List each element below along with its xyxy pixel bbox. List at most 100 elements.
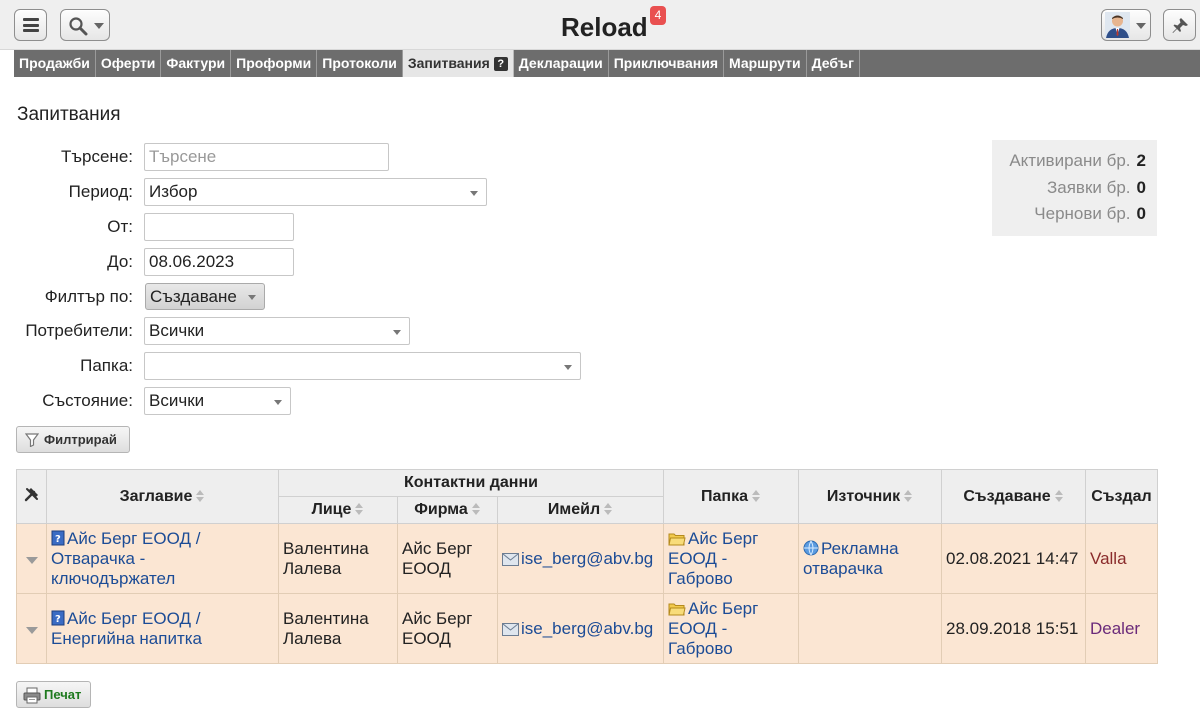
sort-icon	[355, 503, 364, 515]
from-date-input[interactable]	[144, 213, 294, 241]
email-link[interactable]: ise_berg@abv.bg	[521, 619, 653, 638]
state-select-value: Всички	[149, 391, 205, 410]
avatar	[1105, 12, 1130, 38]
folder-header-label: Папка	[701, 487, 748, 505]
stat-activated-value: 2	[1136, 151, 1146, 170]
period-select-value: Избор	[149, 182, 198, 201]
chevron-down-icon	[393, 330, 401, 335]
folder-select[interactable]	[144, 352, 581, 380]
tab-closings[interactable]: Приключвания	[609, 50, 725, 77]
document-icon: ?	[51, 610, 65, 625]
tab-proformas[interactable]: Проформи	[231, 50, 318, 77]
stat-requests: Заявки бр. 0	[1047, 178, 1146, 198]
state-select[interactable]: Всички	[144, 387, 291, 415]
help-icon[interactable]: ?	[493, 57, 508, 71]
user-menu-button[interactable]	[1101, 9, 1151, 41]
tab-inquiries[interactable]: Запитвания?	[402, 50, 514, 77]
row-expand-toggle[interactable]	[16, 593, 47, 664]
source-column-header[interactable]: Източник	[798, 469, 942, 524]
stat-activated: Активирани бр. 2	[1009, 151, 1146, 171]
sort-icon	[904, 489, 913, 502]
svg-text:?: ?	[55, 534, 61, 545]
created-column-header[interactable]: Създаване	[941, 469, 1086, 524]
search-input[interactable]: Търсене	[144, 143, 389, 171]
envelope-icon	[502, 552, 519, 566]
company-column-header[interactable]: Фирма	[397, 496, 498, 524]
users-select-value: Всички	[149, 321, 205, 340]
folder-label: Папка:	[80, 356, 133, 375]
source-cell	[798, 593, 942, 664]
stat-requests-label: Заявки бр.	[1047, 178, 1131, 197]
tools-icon	[24, 488, 38, 502]
filter-by-dropdown[interactable]: Създаване	[145, 283, 265, 310]
envelope-icon	[502, 622, 519, 636]
title-cell: ? Айс Берг ЕООД / Отварачка - ключодържат…	[46, 523, 279, 594]
chevron-down-icon	[564, 365, 572, 370]
creator-cell: Dealer	[1085, 593, 1158, 664]
email-header-label: Имейл	[547, 501, 601, 518]
sort-icon	[471, 503, 481, 515]
from-label: От:	[107, 217, 133, 236]
sort-icon	[604, 503, 613, 515]
chevron-down-icon	[94, 23, 104, 29]
menu-button[interactable]	[14, 9, 47, 41]
person-column-header[interactable]: Лице	[278, 496, 398, 524]
to-date-input[interactable]: 08.06.2023	[144, 248, 294, 276]
creator-column-header: Създал	[1085, 469, 1158, 524]
table-row: ? Айс Берг ЕООД / Енергийна напитка Вален…	[16, 593, 1158, 664]
top-bar: Reload 4	[0, 0, 1200, 50]
email-column-header[interactable]: Имейл	[497, 496, 664, 524]
filter-by-value: Създаване	[150, 287, 237, 306]
email-link[interactable]: ise_berg@abv.bg	[521, 549, 653, 568]
globe-icon	[803, 540, 819, 555]
company-cell: Айс Берг ЕООД	[397, 523, 498, 594]
created-cell: 28.09.2018 15:51	[941, 593, 1086, 664]
company-cell: Айс Берг ЕООД	[397, 593, 498, 664]
chevron-down-icon	[470, 191, 478, 196]
print-button-label: Печат	[44, 687, 82, 702]
filter-button[interactable]: Филтрирай	[16, 426, 130, 453]
tab-protocols[interactable]: Протоколи	[317, 50, 403, 77]
tab-declarations[interactable]: Декларации	[514, 50, 609, 77]
tab-routes[interactable]: Маршрути	[724, 50, 807, 77]
folder-cell: Айс Берг ЕООД - Габрово	[663, 523, 799, 594]
inquiries-table: Заглавие Контактни данни Папка Източник …	[16, 469, 1158, 664]
contact-group-header: Контактни данни	[278, 469, 664, 497]
row-expand-toggle[interactable]	[16, 523, 47, 594]
document-icon: ?	[51, 530, 65, 545]
folder-icon	[668, 603, 686, 615]
tools-column-header[interactable]	[16, 469, 47, 524]
chevron-down-icon	[274, 400, 282, 405]
period-label: Период:	[68, 182, 133, 201]
pin-button[interactable]	[1163, 9, 1196, 41]
source-cell: Рекламна отварачка	[798, 523, 942, 594]
triangle-down-icon	[25, 556, 38, 564]
notification-badge[interactable]: 4	[650, 6, 666, 25]
search-button[interactable]	[60, 9, 110, 41]
title-header-label: Заглавие	[119, 487, 193, 505]
title-cell: ? Айс Берг ЕООД / Енергийна напитка	[46, 593, 279, 664]
printer-icon	[23, 687, 41, 704]
stat-drafts: Чернови бр. 0	[1034, 204, 1146, 224]
created-header-label: Създаване	[963, 487, 1051, 505]
triangle-down-icon	[25, 626, 38, 634]
inquiry-title-link[interactable]: Айс Берг ЕООД / Енергийна напитка	[51, 609, 202, 648]
title-column-header[interactable]: Заглавие	[46, 469, 279, 524]
inquiry-title-link[interactable]: Айс Берг ЕООД / Отварачка - ключодържате…	[51, 529, 200, 588]
stats-panel: Активирани бр. 2 Заявки бр. 0 Чернови бр. 0	[992, 140, 1157, 236]
tab-invoices[interactable]: Фактури	[161, 50, 232, 77]
person-header-label: Лице	[311, 501, 352, 518]
page-title: Запитвания	[17, 104, 121, 125]
tab-debug[interactable]: Дебъг	[807, 50, 860, 77]
period-select[interactable]: Избор	[144, 178, 487, 206]
folder-icon	[668, 533, 686, 545]
tab-sales[interactable]: Продажби	[14, 50, 96, 77]
source-header-label: Източник	[826, 487, 901, 505]
sort-icon	[196, 489, 205, 502]
print-button[interactable]: Печат	[16, 681, 91, 708]
folder-column-header[interactable]: Папка	[663, 469, 799, 524]
users-select[interactable]: Всички	[144, 317, 410, 345]
tab-offers[interactable]: Оферти	[96, 50, 162, 77]
search-label: Търсене:	[61, 147, 133, 166]
company-header-label: Фирма	[414, 501, 468, 518]
